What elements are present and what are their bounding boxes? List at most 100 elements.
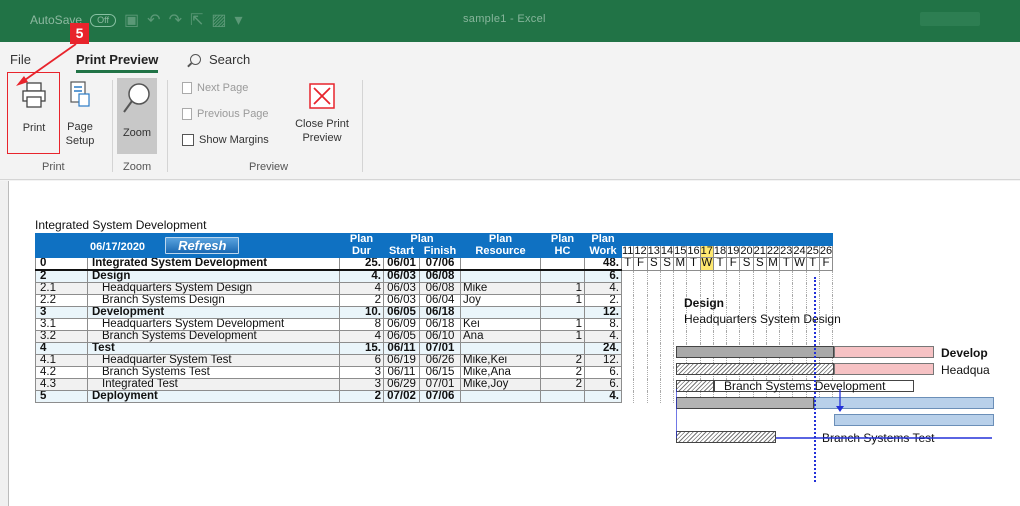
day-header: 24	[792, 245, 807, 258]
show-margins-checkbox[interactable]: Show Margins	[182, 134, 269, 146]
table-row[interactable]: 2.1 Headquarters System Design 4 06/03 06/08…	[35, 282, 834, 295]
refresh-button[interactable]: Refresh	[165, 237, 240, 254]
chart-icon[interactable]: ▨	[211, 10, 226, 30]
save-icon[interactable]: ▣	[124, 10, 139, 30]
close-print-preview-button[interactable]: Close Print Preview	[290, 80, 354, 152]
row-task-name: Integrated System Development	[87, 257, 340, 271]
next-page-button[interactable]: Next Page	[182, 82, 248, 94]
row-finish: 07/06	[419, 257, 461, 271]
gantt-cell	[646, 366, 661, 379]
gantt-cell	[739, 282, 754, 295]
row-work: 8.	[584, 318, 622, 331]
row-id: 4.1	[35, 354, 88, 367]
row-work: 12.	[584, 354, 622, 367]
row-plan-dur: 4.	[339, 269, 384, 283]
row-start: 06/09	[383, 318, 420, 331]
day-header: 15	[673, 245, 688, 258]
row-id: 2.2	[35, 294, 88, 307]
row-task-name: Test	[87, 342, 340, 355]
gantt-label-design: Design	[684, 296, 725, 310]
row-hc: 2	[540, 366, 585, 379]
row-work: 12.	[584, 306, 622, 319]
gantt-cell	[779, 294, 794, 307]
gantt-bar-development-remaining	[834, 346, 934, 358]
table-row[interactable]: 0 Integrated System Development 25. 06/01 07…	[35, 257, 834, 271]
header-cell	[35, 245, 88, 258]
tab-file[interactable]: File	[10, 52, 31, 67]
row-work: 2.	[584, 294, 622, 307]
table-row[interactable]: 2 Design 4. 06/03 06/08 6.	[35, 269, 834, 283]
row-id: 0	[35, 257, 88, 271]
row-hc: 1	[540, 282, 585, 295]
row-resource: Ana	[460, 330, 541, 343]
gantt-cell: T	[620, 257, 635, 271]
print-highlight-box	[7, 72, 60, 154]
header-plan-resource: Plan	[460, 233, 541, 246]
gantt-cell	[818, 330, 834, 343]
row-resource: Mike,Kei	[460, 354, 541, 367]
gantt-cell	[620, 306, 635, 319]
table-header-row: 06/17/2020 Refresh Plan Plan Plan Plan Plan	[35, 233, 834, 258]
gantt-dependency-arrows	[676, 389, 992, 439]
row-start: 06/03	[383, 282, 420, 295]
autosave-toggle[interactable]: Off	[90, 13, 117, 27]
gantt-bar-development	[676, 346, 834, 358]
tab-search[interactable]: Search	[190, 52, 250, 67]
undo-icon[interactable]: ↶	[147, 10, 160, 30]
header-plan: Plan	[383, 233, 461, 246]
row-hc: 1	[540, 294, 585, 307]
row-resource: Mike	[460, 282, 541, 295]
table-row[interactable]: 3.2 Branch Systems Development 4 06/05 06/10…	[35, 330, 834, 343]
close-print-label-1: Close Print	[295, 118, 349, 130]
page-setup-button[interactable]: Page Setup	[60, 80, 100, 152]
day-header: 21	[752, 245, 767, 258]
gantt-cell	[659, 270, 675, 283]
redo-icon[interactable]: ↷	[169, 10, 182, 30]
gantt-cell	[765, 282, 781, 295]
row-resource: Joy	[460, 294, 541, 307]
gantt-cell	[765, 330, 781, 343]
gantt-cell	[659, 294, 675, 307]
customize-quick-access-icon[interactable]: ▾	[235, 10, 243, 30]
row-work: 4.	[584, 282, 622, 295]
gantt-cell	[633, 306, 648, 319]
row-finish: 06/18	[419, 318, 461, 331]
gantt-cell	[779, 282, 794, 295]
row-work: 4.	[584, 390, 622, 403]
tab-print-preview[interactable]: Print Preview	[76, 52, 159, 73]
gantt-cell	[620, 330, 635, 343]
gantt-label-hq-design: Headquarters System Design	[684, 312, 841, 326]
previous-page-icon	[182, 108, 192, 120]
gantt-cell	[646, 342, 661, 355]
zoom-button[interactable]: Zoom	[117, 78, 157, 154]
account-area[interactable]	[920, 12, 980, 26]
row-finish: 06/15	[419, 366, 461, 379]
day-header: 18	[712, 245, 728, 258]
row-hc: 1	[540, 330, 585, 343]
group-separator	[167, 80, 168, 172]
gantt-cell: M	[765, 257, 781, 271]
gantt-cell	[659, 354, 675, 367]
gantt-cell	[620, 318, 635, 331]
show-margins-check[interactable]	[182, 134, 194, 146]
gantt-cell	[659, 318, 675, 331]
gantt-cell	[712, 270, 728, 283]
row-resource	[460, 306, 541, 319]
header-finish: Finish	[419, 245, 461, 258]
gantt-cell	[646, 354, 661, 367]
gantt-cell	[620, 294, 635, 307]
gantt-cell	[646, 378, 661, 391]
gantt-cell	[805, 294, 820, 307]
page-setup-label-2: Setup	[65, 135, 95, 147]
row-start: 06/29	[383, 378, 420, 391]
row-work: 6.	[584, 269, 622, 283]
row-task-name: Deployment	[87, 390, 340, 403]
gantt-cell	[620, 342, 635, 355]
previous-page-button[interactable]: Previous Page	[182, 108, 269, 120]
gantt-cell: W	[792, 257, 807, 271]
row-work: 6.	[584, 366, 622, 379]
row-plan-dur: 10.	[339, 306, 384, 319]
row-work: 6.	[584, 378, 622, 391]
cursor-icon[interactable]: ⇱	[190, 10, 203, 30]
gantt-cell	[805, 282, 820, 295]
